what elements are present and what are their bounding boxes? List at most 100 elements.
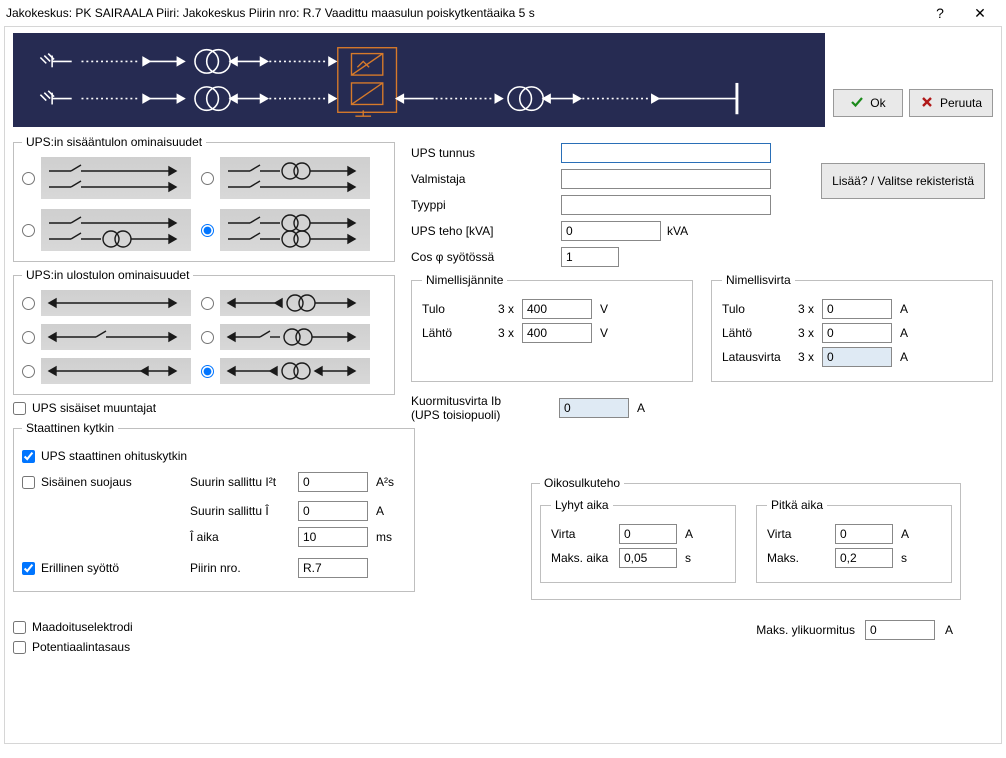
short-current-label: Virta: [551, 527, 611, 541]
nom-voltage-legend: Nimellisjännite: [422, 273, 507, 287]
internal-prot-check[interactable]: [22, 476, 35, 489]
ups-power-input[interactable]: [561, 221, 661, 241]
help-button[interactable]: ?: [920, 5, 960, 21]
short-circuit-legend: Oikosulkuteho: [540, 476, 624, 490]
a-unit-6: A: [685, 527, 705, 541]
threex-4: 3 x: [790, 326, 814, 340]
equipot-check[interactable]: [13, 641, 26, 654]
circuit-no-label: Piirin nro.: [190, 561, 290, 575]
load-current-input[interactable]: [559, 398, 629, 418]
input-props-group: UPS:in sisääntulon ominaisuudet: [13, 135, 395, 262]
threex-3: 3 x: [790, 302, 814, 316]
title-text: Jakokeskus: PK SAIRAALA Piiri: Jakokesku…: [6, 6, 535, 20]
output-scheme-2: [220, 290, 370, 316]
static-bypass-check[interactable]: [22, 450, 35, 463]
long-max-input[interactable]: [835, 548, 893, 568]
cur-charge-input[interactable]: [822, 347, 892, 367]
input-scheme-3: [41, 209, 191, 251]
output-props-group: UPS:in ulostulon ominaisuudet: [13, 268, 395, 395]
internal-prot-label: Sisäinen suojaus: [41, 475, 132, 489]
input-radio-3[interactable]: [22, 224, 35, 237]
cur-out-input[interactable]: [822, 323, 892, 343]
input-props-legend: UPS:in sisääntulon ominaisuudet: [22, 135, 206, 149]
sep-supply-check[interactable]: [22, 562, 35, 575]
volt-in-input[interactable]: [522, 299, 592, 319]
i-time-input[interactable]: [298, 527, 368, 547]
topology-diagram: [13, 33, 825, 127]
circuit-no-input[interactable]: [298, 558, 368, 578]
static-switch-legend: Staattinen kytkin: [22, 421, 118, 435]
output-radio-4[interactable]: [201, 331, 214, 344]
cancel-button[interactable]: Peruuta: [909, 89, 993, 117]
manufacturer-input[interactable]: [561, 169, 771, 189]
max-overload-input[interactable]: [865, 620, 935, 640]
a-unit-2: A: [900, 302, 920, 316]
cur-in-input[interactable]: [822, 299, 892, 319]
a-unit-4: A: [900, 350, 920, 364]
output-radio-3[interactable]: [22, 331, 35, 344]
a-unit-8: A: [945, 623, 953, 637]
short-circuit-group: Oikosulkuteho Lyhyt aika VirtaA Maks. ai…: [531, 476, 961, 600]
static-switch-group: Staattinen kytkin UPS staattinen ohitusk…: [13, 421, 415, 592]
dialog-body: Ok Peruuta UPS:in sisääntulon ominaisuud…: [4, 26, 1002, 744]
add-from-registry-button[interactable]: Lisää? / Valitse rekisteristä: [821, 163, 985, 199]
a-unit-7: A: [901, 527, 921, 541]
max-i2t-input[interactable]: [298, 472, 368, 492]
input-radio-1[interactable]: [22, 172, 35, 185]
ground-elec-label: Maadoituselektrodi: [32, 620, 133, 634]
s-unit-2: s: [901, 551, 921, 565]
volt-out-label: Lähtö: [422, 326, 482, 340]
output-scheme-1: [41, 290, 191, 316]
short-current-input[interactable]: [619, 524, 677, 544]
close-icon: [920, 95, 934, 112]
ups-id-input[interactable]: [561, 143, 771, 163]
max-overload-label: Maks. ylikuormitus: [756, 623, 855, 637]
output-radio-5[interactable]: [22, 365, 35, 378]
close-button[interactable]: ✕: [960, 5, 1000, 22]
volt-out-input[interactable]: [522, 323, 592, 343]
output-radio-2[interactable]: [201, 297, 214, 310]
sep-supply-label: Erillinen syöttö: [41, 561, 119, 575]
long-max-label: Maks.: [767, 551, 827, 565]
long-time-group: Pitkä aika VirtaA Maks.s: [756, 498, 952, 583]
cancel-label: Peruuta: [940, 96, 982, 110]
cosphi-label: Cos φ syötössä: [411, 250, 551, 264]
internal-tx-check[interactable]: [13, 402, 26, 415]
v-unit-1: V: [600, 302, 620, 316]
titlebar: Jakokeskus: PK SAIRAALA Piiri: Jakokesku…: [0, 0, 1006, 26]
long-current-input[interactable]: [835, 524, 893, 544]
ups-power-label: UPS teho [kVA]: [411, 224, 551, 238]
output-scheme-4: [220, 324, 370, 350]
ground-elec-check[interactable]: [13, 621, 26, 634]
cosphi-input[interactable]: [561, 247, 619, 267]
type-input[interactable]: [561, 195, 771, 215]
cur-in-label: Tulo: [722, 302, 782, 316]
a-unit-1: A: [376, 504, 406, 518]
equipot-label: Potentiaalintasaus: [32, 640, 130, 654]
input-radio-2[interactable]: [201, 172, 214, 185]
max-i-input[interactable]: [298, 501, 368, 521]
volt-in-label: Tulo: [422, 302, 482, 316]
ok-label: Ok: [870, 96, 885, 110]
ups-id-label: UPS tunnus: [411, 146, 551, 160]
static-bypass-label: UPS staattinen ohituskytkin: [41, 449, 187, 463]
ok-button[interactable]: Ok: [833, 89, 903, 117]
s-unit-1: s: [685, 551, 705, 565]
output-radio-1[interactable]: [22, 297, 35, 310]
output-radio-6[interactable]: [201, 365, 214, 378]
input-radio-4[interactable]: [201, 224, 214, 237]
check-icon: [850, 95, 864, 112]
input-scheme-4: [220, 209, 370, 251]
threex-2: 3 x: [490, 326, 514, 340]
load-current-label: Kuormitusvirta Ib (UPS toisiopuoli): [411, 394, 551, 422]
short-time-group: Lyhyt aika VirtaA Maks. aikas: [540, 498, 736, 583]
manufacturer-label: Valmistaja: [411, 172, 551, 186]
cur-charge-label: Latausvirta: [722, 350, 782, 364]
add-label: Lisää? / Valitse rekisteristä: [832, 174, 974, 188]
input-scheme-2: [220, 157, 370, 199]
cur-out-label: Lähtö: [722, 326, 782, 340]
type-label: Tyyppi: [411, 198, 551, 212]
short-maxtime-input[interactable]: [619, 548, 677, 568]
threex-1: 3 x: [490, 302, 514, 316]
long-current-label: Virta: [767, 527, 827, 541]
